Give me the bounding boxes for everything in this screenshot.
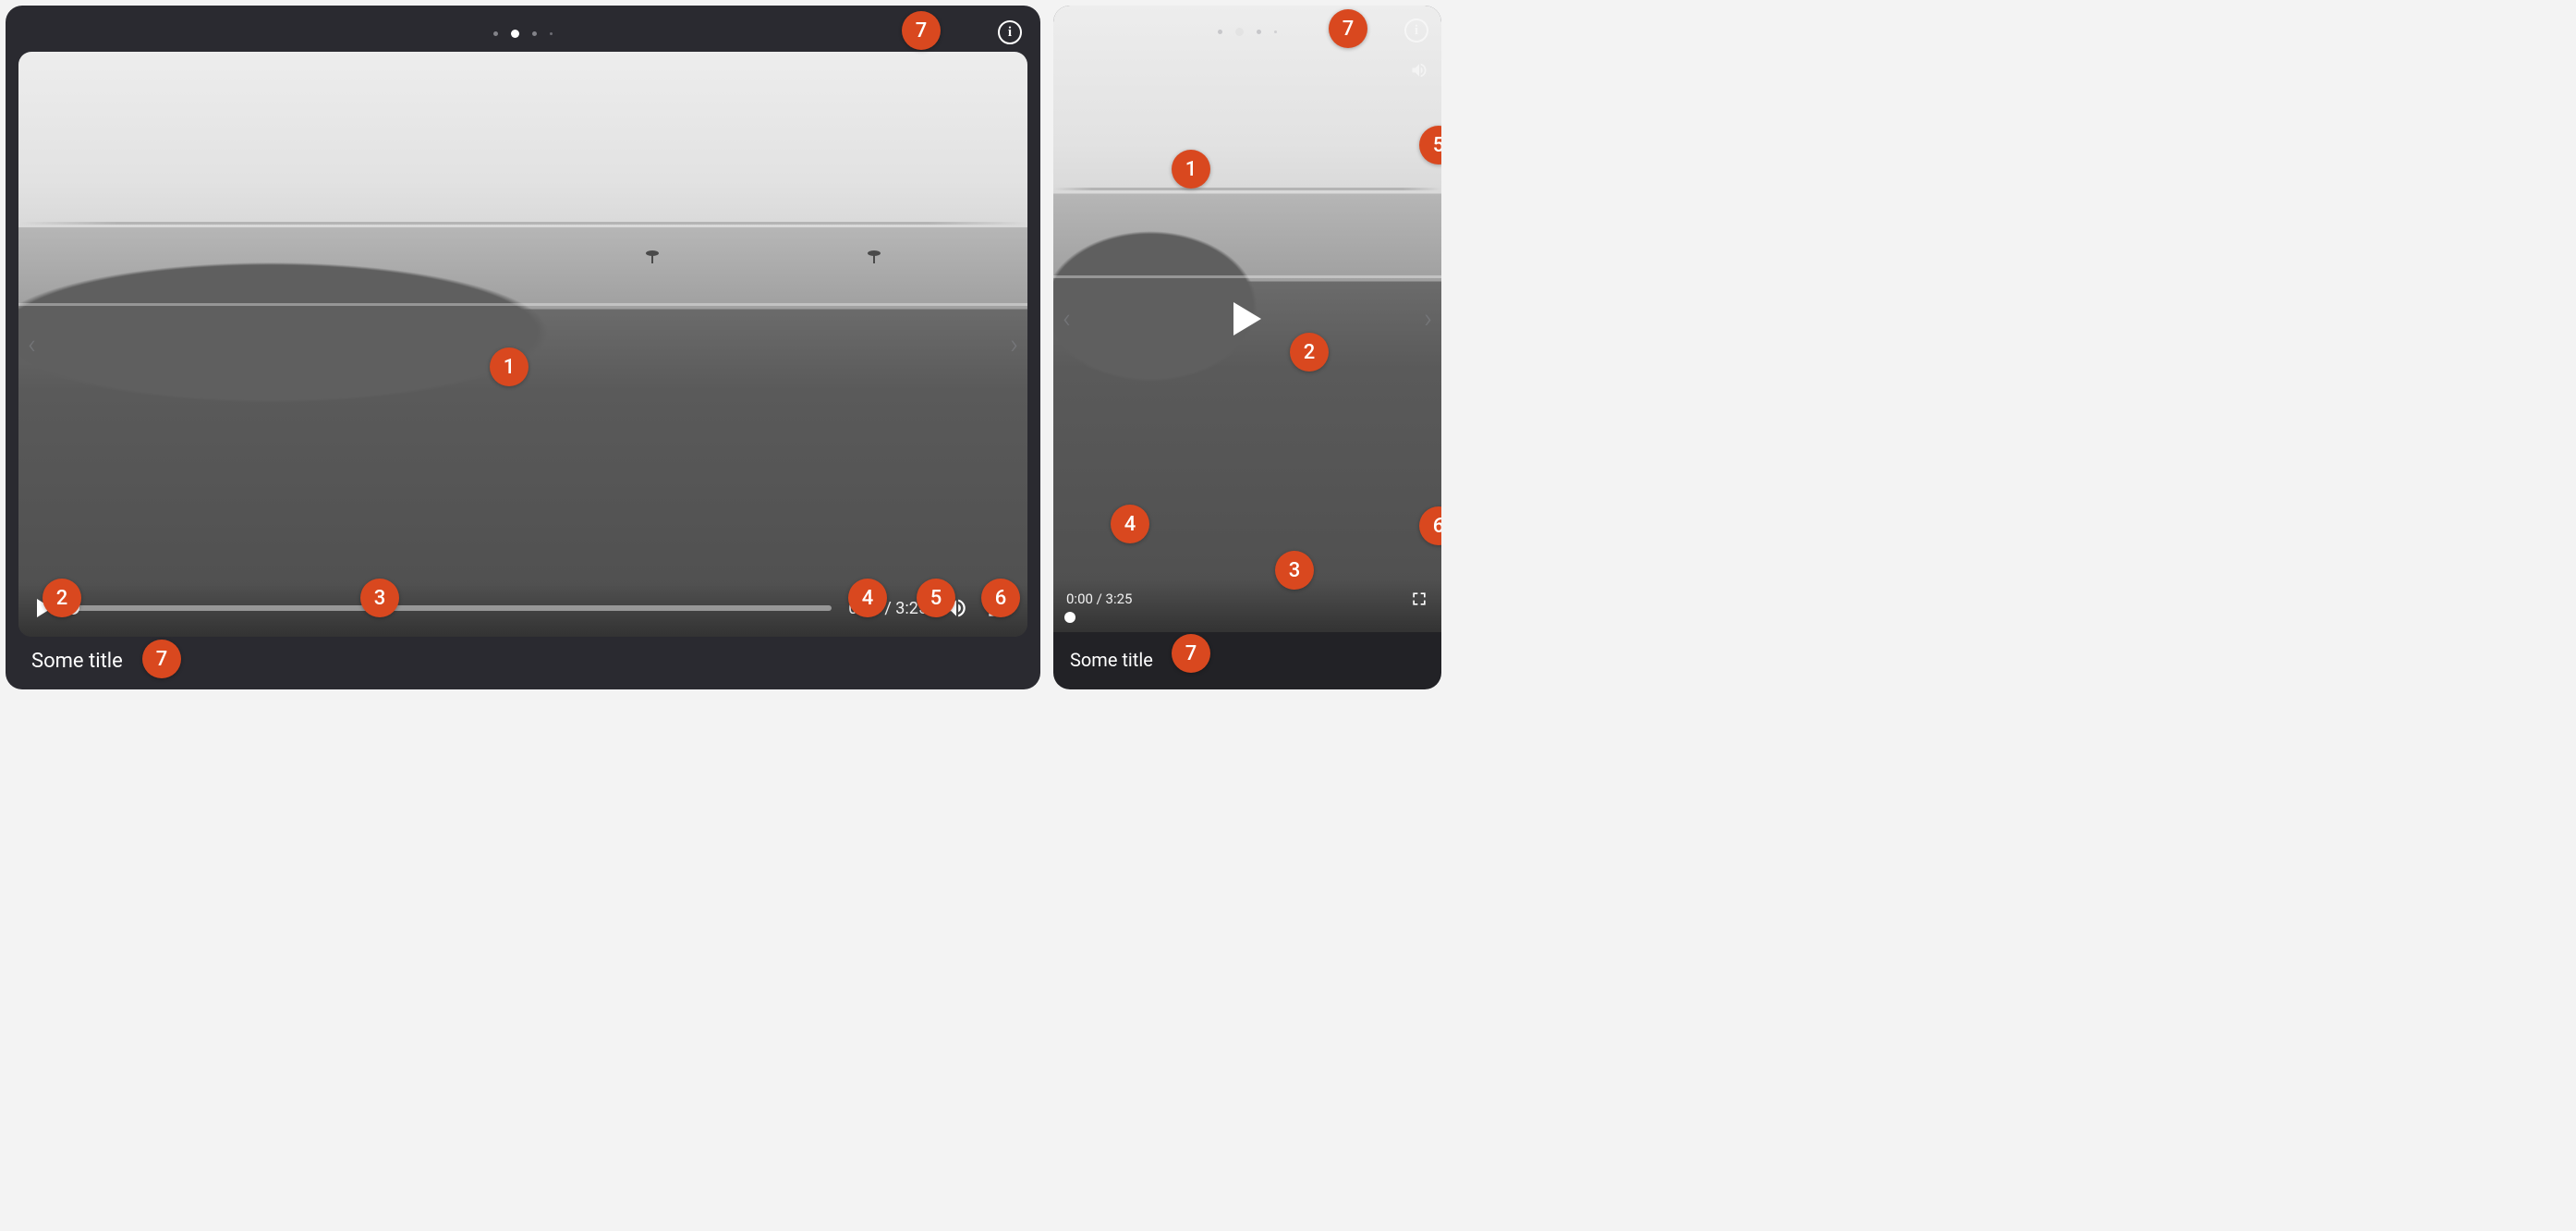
info-icon: i <box>1415 23 1418 39</box>
volume-button[interactable] <box>1410 61 1428 79</box>
pager-dot[interactable] <box>1274 30 1277 33</box>
video-area[interactable]: ‹ › 0:00 / 3:25 <box>1053 6 1441 632</box>
top-bar: i <box>1053 6 1441 57</box>
annotation-badge: 1 <box>490 347 529 386</box>
annotation-badge: 2 <box>1290 333 1329 372</box>
annotation-badge: 4 <box>1111 505 1149 543</box>
fullscreen-icon <box>1410 590 1428 608</box>
video-area[interactable]: ‹ › 0:00 / 3:25 1 2 3 4 <box>18 52 1027 637</box>
pager-dot[interactable] <box>550 32 553 35</box>
pager-dot-active[interactable] <box>1235 28 1244 36</box>
seek-thumb[interactable] <box>1064 612 1075 623</box>
annotation-badge: 1 <box>1172 150 1210 189</box>
chevron-right-icon: › <box>1010 328 1018 360</box>
annotation-badge: 4 <box>848 579 887 617</box>
pager-dots[interactable] <box>1218 28 1277 36</box>
prev-button[interactable]: ‹ <box>1063 303 1071 335</box>
info-button[interactable]: i <box>998 20 1022 44</box>
annotation-badge: 3 <box>1275 551 1314 590</box>
pager-dot[interactable] <box>1257 30 1261 34</box>
play-button[interactable] <box>1233 302 1261 335</box>
annotation-badge: 3 <box>360 579 399 617</box>
pager-dot[interactable] <box>493 31 498 36</box>
annotation-badge: 5 <box>917 579 955 617</box>
time-display: 0:00 / 3:25 <box>1066 591 1132 607</box>
info-icon: i <box>1008 25 1012 41</box>
volume-icon <box>1410 61 1428 79</box>
pager-dot-active[interactable] <box>511 30 519 38</box>
video-player-mobile: i ‹ › 0:00 / 3:25 <box>1053 6 1441 689</box>
seek-bar[interactable] <box>68 605 832 611</box>
annotation-badge: 6 <box>981 579 1020 617</box>
chevron-right-icon: › <box>1424 303 1432 335</box>
next-button[interactable]: › <box>1424 303 1432 335</box>
annotation-badge: 7 <box>902 11 941 50</box>
chevron-left-icon: ‹ <box>1063 303 1071 335</box>
pager-dots[interactable] <box>493 30 553 38</box>
annotation-badge: 7 <box>142 640 181 678</box>
info-button[interactable]: i <box>1404 18 1428 43</box>
top-bar: i <box>18 18 1027 48</box>
prev-button[interactable]: ‹ <box>28 328 36 360</box>
fullscreen-button[interactable] <box>1410 590 1428 608</box>
play-icon <box>1233 302 1261 335</box>
video-frame-illustration <box>18 52 1027 637</box>
annotation-badge: 7 <box>1329 9 1367 48</box>
controls-bar: 0:00 / 3:25 <box>1053 579 1441 632</box>
title-row: Some title <box>1053 632 1441 689</box>
next-button[interactable]: › <box>1010 328 1018 360</box>
video-player-desktop: i ‹ › 0:00 / 3:25 <box>6 6 1040 689</box>
media-title: Some title <box>31 650 123 673</box>
annotation-badge: 7 <box>1172 634 1210 673</box>
pager-dot[interactable] <box>1218 30 1222 34</box>
chevron-left-icon: ‹ <box>28 328 36 360</box>
media-title: Some title <box>1070 649 1153 671</box>
pager-dot[interactable] <box>532 31 537 36</box>
annotation-badge: 2 <box>43 579 81 617</box>
